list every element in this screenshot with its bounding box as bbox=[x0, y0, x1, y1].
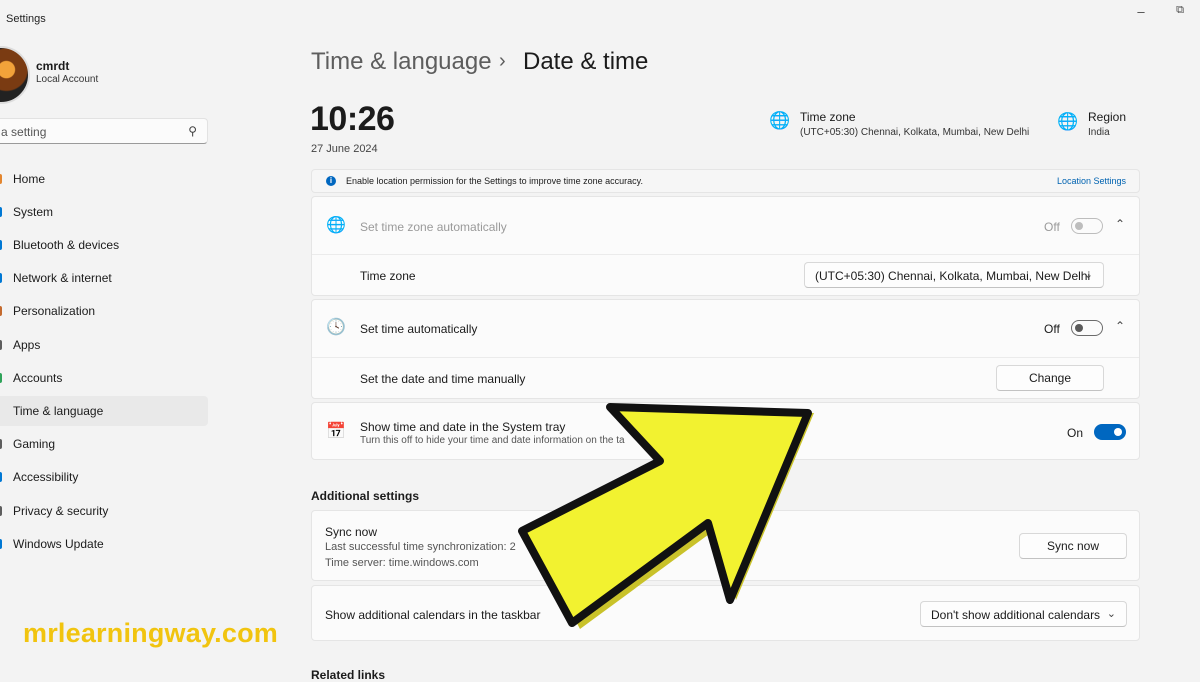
network-icon bbox=[0, 273, 2, 283]
watermark-text: mrlearningway.com bbox=[23, 618, 278, 648]
user-account-type: Local Account bbox=[36, 74, 99, 85]
chevron-down-icon: ⌄ bbox=[1106, 608, 1116, 620]
search-icon: ⚲ bbox=[188, 124, 197, 138]
accounts-icon bbox=[0, 373, 2, 383]
calendar-clock-icon: 📅 bbox=[326, 423, 346, 440]
related-links-heading: Related links bbox=[311, 668, 386, 682]
divider bbox=[312, 254, 1139, 255]
calendars-value: Don't show additional calendars bbox=[931, 608, 1101, 622]
accessibility-icon bbox=[0, 472, 2, 482]
sidebar-item-label: Gaming bbox=[13, 437, 56, 451]
set-manual-label: Set the date and time manually bbox=[360, 372, 526, 386]
sidebar-item-label: Network & internet bbox=[13, 271, 112, 285]
bluetooth-icon bbox=[0, 240, 2, 250]
sidebar-item-label: Privacy & security bbox=[13, 504, 109, 518]
systray-toggle[interactable] bbox=[1094, 424, 1126, 440]
additional-settings-heading: Additional settings bbox=[311, 489, 419, 503]
brush-icon bbox=[0, 306, 2, 316]
sidebar-item-label: Bluetooth & devices bbox=[13, 238, 120, 252]
home-icon bbox=[0, 174, 2, 184]
set-time-card: 🕓 Set time automatically Off ⌃ Set the d… bbox=[311, 299, 1140, 399]
avatar[interactable] bbox=[0, 46, 30, 104]
user-name: cmrdt bbox=[36, 59, 70, 73]
divider bbox=[312, 357, 1139, 358]
chevron-down-icon: ⌄ bbox=[1083, 269, 1093, 281]
set-time-auto-toggle[interactable] bbox=[1071, 320, 1103, 336]
sidebar-item-home[interactable]: Home bbox=[0, 164, 208, 194]
sidebar-item-personalization[interactable]: Personalization bbox=[0, 296, 208, 326]
sidebar-item-label: Accessibility bbox=[13, 470, 79, 484]
apps-icon bbox=[0, 340, 2, 350]
minimize-button[interactable]: – bbox=[1131, 4, 1151, 19]
region-label: Region bbox=[1088, 110, 1127, 124]
restore-button[interactable]: ⧉ bbox=[1170, 4, 1190, 17]
chevron-up-icon[interactable]: ⌃ bbox=[1115, 319, 1125, 333]
search-placeholder: d a setting bbox=[0, 125, 47, 139]
app-title: Settings bbox=[6, 13, 46, 25]
update-icon bbox=[0, 539, 2, 549]
time-zone-dropdown[interactable]: (UTC+05:30) Chennai, Kolkata, Mumbai, Ne… bbox=[804, 262, 1104, 288]
page-title: Date & time bbox=[523, 48, 649, 75]
timezone-label: Time zone bbox=[800, 110, 856, 124]
change-button[interactable]: Change bbox=[996, 365, 1104, 391]
sync-server: Time server: time.windows.com bbox=[325, 557, 479, 569]
sidebar-item-label: Accounts bbox=[13, 371, 63, 385]
sidebar-item-windows-update[interactable]: Windows Update bbox=[0, 529, 208, 559]
sidebar-item-label: System bbox=[13, 205, 54, 219]
clock-icon: 🕓 bbox=[326, 319, 346, 336]
globe-sync-icon: 🌐 bbox=[326, 217, 346, 234]
sidebar-item-label: Personalization bbox=[13, 304, 96, 318]
sidebar-item-accessibility[interactable]: Accessibility bbox=[0, 462, 208, 492]
sidebar-item-label: Windows Update bbox=[13, 537, 104, 551]
systray-state: On bbox=[1067, 426, 1084, 440]
sidebar-item-gaming[interactable]: Gaming bbox=[0, 429, 208, 459]
location-settings-link[interactable]: Location Settings bbox=[1057, 176, 1126, 186]
set-timezone-auto-state: Off bbox=[1044, 220, 1060, 234]
set-timezone-auto-label: Set time zone automatically bbox=[360, 220, 507, 234]
search-input[interactable]: d a setting ⚲ bbox=[0, 118, 208, 144]
chevron-up-icon[interactable]: ⌃ bbox=[1115, 217, 1125, 231]
globe-clock-icon: 🌐 bbox=[769, 111, 791, 130]
timezone-value: (UTC+05:30) Chennai, Kolkata, Mumbai, Ne… bbox=[800, 127, 1030, 138]
globe-icon: 🌐 bbox=[1057, 112, 1079, 131]
shield-icon bbox=[0, 506, 2, 516]
sync-now-button[interactable]: Sync now bbox=[1019, 533, 1127, 559]
location-info-bar: i Enable location permission for the Set… bbox=[311, 169, 1140, 193]
set-time-auto-state: Off bbox=[1044, 322, 1060, 336]
sync-last: Last successful time synchronization: 2 bbox=[325, 541, 516, 553]
sidebar-item-accounts[interactable]: Accounts bbox=[0, 363, 208, 393]
gaming-icon bbox=[0, 439, 2, 449]
clock-time: 10:26 bbox=[310, 100, 395, 138]
sidebar-item-apps[interactable]: Apps bbox=[0, 330, 208, 360]
info-icon: i bbox=[326, 176, 336, 186]
sidebar-item-label: Apps bbox=[13, 338, 41, 352]
info-bar-text: Enable location permission for the Setti… bbox=[346, 176, 643, 186]
region-value: India bbox=[1088, 127, 1110, 138]
timezone-card: 🌐 Set time zone automatically Off ⌃ Time… bbox=[311, 196, 1140, 296]
breadcrumb-parent[interactable]: Time & language bbox=[311, 48, 492, 76]
sidebar-item-network[interactable]: Network & internet bbox=[0, 263, 208, 293]
time-zone-value: (UTC+05:30) Chennai, Kolkata, Mumbai, Ne… bbox=[815, 269, 1091, 283]
arrow-overlay bbox=[518, 403, 814, 629]
sync-title: Sync now bbox=[325, 525, 378, 539]
clock-date: 27 June 2024 bbox=[311, 143, 378, 155]
calendars-dropdown[interactable]: Don't show additional calendars ⌄ bbox=[920, 601, 1127, 627]
set-timezone-auto-toggle[interactable] bbox=[1071, 218, 1103, 234]
sidebar-item-privacy[interactable]: Privacy & security bbox=[0, 496, 208, 526]
sidebar-item-time-language[interactable]: Time & language bbox=[0, 396, 208, 426]
set-time-auto-label: Set time automatically bbox=[360, 322, 478, 336]
time-zone-label: Time zone bbox=[360, 269, 416, 283]
sidebar-item-label: Home bbox=[13, 172, 46, 186]
sidebar-item-label: Time & language bbox=[13, 404, 104, 418]
system-icon bbox=[0, 207, 2, 217]
sidebar-item-bluetooth[interactable]: Bluetooth & devices bbox=[0, 230, 208, 260]
arrow-shape bbox=[518, 403, 812, 627]
breadcrumb-separator: › bbox=[499, 50, 506, 72]
sidebar-item-system[interactable]: System bbox=[0, 197, 208, 227]
